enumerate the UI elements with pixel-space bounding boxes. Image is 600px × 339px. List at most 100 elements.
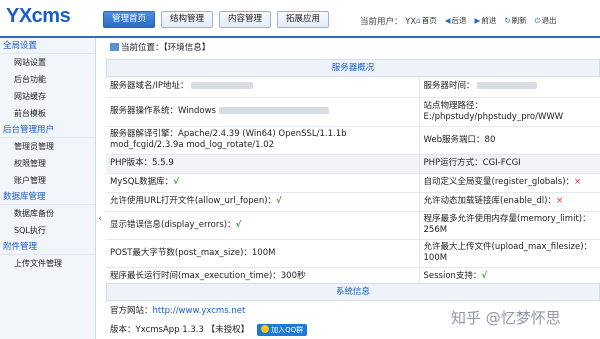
server-ip-label: 服务器域名/IP地址： bbox=[110, 81, 189, 92]
tab-structure[interactable]: 结构管理 bbox=[161, 11, 214, 28]
sidebar-item-db-backup[interactable]: 数据库备份 bbox=[0, 205, 95, 222]
session-support-label: Session支持： bbox=[423, 271, 482, 281]
table-row: 服务器解译引擎：Apache/2.4.39 (Win64) OpenSSL/1.… bbox=[106, 126, 600, 155]
check-icon: √ bbox=[173, 177, 179, 187]
refresh-link[interactable]: ↻刷新 bbox=[504, 15, 526, 26]
table-cell: 服务器域名/IP地址： bbox=[106, 77, 420, 98]
php-version-label: PHP版本：5.5.9 bbox=[110, 158, 174, 168]
table-cell: 服务器时间： bbox=[419, 77, 600, 98]
mysql-label: MySQL数据库： bbox=[110, 177, 174, 187]
sidebar-item-accounts[interactable]: 账户管理 bbox=[0, 172, 95, 189]
home-icon: ⌂ bbox=[416, 16, 421, 25]
current-user-name: YX bbox=[405, 17, 417, 27]
tab-content[interactable]: 内容管理 bbox=[219, 11, 272, 28]
logout-link[interactable]: ⏻退出 bbox=[535, 15, 557, 26]
server-os-label: 服务器操作系统：Windows bbox=[110, 106, 216, 116]
server-time-label: 服务器时间： bbox=[423, 81, 475, 92]
app-logo[interactable]: YXcms bbox=[6, 5, 71, 28]
main-content: 当前位置：【环境信息】 服务器概况 服务器域名/IP地址： 服务器时间： 服务器… bbox=[106, 38, 600, 339]
sidebar-item-frontend-template[interactable]: 前台模板 bbox=[0, 105, 95, 122]
sidebar-collapse-handle[interactable]: ‹ bbox=[96, 212, 104, 226]
breadcrumb: 当前位置：【环境信息】 bbox=[106, 40, 600, 56]
forward-link[interactable]: ▶前进 bbox=[475, 15, 497, 26]
official-site-link[interactable]: http://www.yxcms.net bbox=[153, 306, 246, 316]
back-link-label: 后退 bbox=[451, 16, 467, 25]
qq-penguin-icon bbox=[261, 324, 270, 333]
top-nav: 管理首页 结构管理 内容管理 拓展应用 bbox=[103, 11, 330, 28]
enable-dl-label: 允许动态加载链接库(enable_dl)： bbox=[423, 196, 556, 206]
check-icon: √ bbox=[276, 196, 282, 206]
redacted-value bbox=[218, 107, 329, 114]
breadcrumb-home-icon bbox=[110, 43, 119, 51]
table-row: 服务器操作系统：Windows 站点物理路径：E:/phpstudy/phpst… bbox=[106, 97, 600, 127]
forward-link-label: 前进 bbox=[481, 16, 497, 25]
upload-max-filesize-label: 允许最大上传文件(upload_max_filesize)：100M bbox=[423, 242, 593, 263]
back-icon: ◀ bbox=[444, 16, 451, 25]
forward-icon: ▶ bbox=[474, 16, 481, 25]
table-cell: 允许最大上传文件(upload_max_filesize)：100M bbox=[419, 239, 600, 268]
display-errors-label: 显示错误信息(display_errors)： bbox=[110, 219, 236, 230]
memory-limit-label: 程序最多允许使用内存量(memory_limit)：256M bbox=[423, 214, 591, 235]
sidebar-item-permissions[interactable]: 权限管理 bbox=[0, 155, 95, 172]
version-label: 版本：YxcmsApp 1.3.3 【未授权】 bbox=[110, 325, 250, 335]
table-cell: 允许使用URL打开文件(allow_url_fopen)：√ bbox=[106, 192, 420, 212]
logout-icon: ⏻ bbox=[534, 16, 541, 25]
table-cell: 显示错误信息(display_errors)：√ bbox=[106, 211, 420, 240]
table-row: 服务器域名/IP地址： 服务器时间： bbox=[106, 77, 600, 98]
join-qq-group-button[interactable]: 加入QQ群 bbox=[257, 323, 308, 336]
tab-admin-home[interactable]: 管理首页 bbox=[103, 11, 156, 28]
allow-url-fopen-label: 允许使用URL打开文件(allow_url_fopen)： bbox=[110, 196, 277, 206]
sidebar-item-sql-exec[interactable]: SQL执行 bbox=[0, 222, 95, 239]
server-info-table: 服务器域名/IP地址： 服务器时间： 服务器操作系统：Windows 站点物理路… bbox=[106, 77, 600, 287]
table-row: PHP版本：5.5.9 PHP运行方式：CGI-FCGI bbox=[106, 154, 600, 174]
server-overview-header: 服务器概况 bbox=[106, 59, 600, 77]
sidebar-item-backend-features[interactable]: 后台功能 bbox=[0, 71, 95, 88]
sidebar-item-upload-files[interactable]: 上传文件管理 bbox=[0, 255, 95, 272]
refresh-icon: ↻ bbox=[504, 16, 511, 25]
current-user: 当前用户： YX bbox=[360, 15, 416, 27]
table-row: 显示错误信息(display_errors)：√ 程序最多允许使用内存量(mem… bbox=[106, 211, 600, 240]
php-mode-label: PHP运行方式：CGI-FCGI bbox=[423, 158, 521, 168]
server-engine-label: 服务器解译引擎：Apache/2.4.39 (Win64) OpenSSL/1.… bbox=[110, 129, 347, 150]
table-row: 允许使用URL打开文件(allow_url_fopen)：√ 允许动态加载链接库… bbox=[106, 192, 600, 212]
cross-icon: × bbox=[555, 196, 564, 206]
table-cell: Web服务端口：80 bbox=[419, 126, 600, 155]
tab-extensions[interactable]: 拓展应用 bbox=[277, 11, 330, 28]
sidebar-group-database[interactable]: 数据库管理 bbox=[0, 189, 95, 205]
refresh-link-label: 刷新 bbox=[511, 16, 527, 25]
current-user-label: 当前用户： bbox=[360, 17, 403, 27]
redacted-value bbox=[477, 82, 538, 90]
table-cell: POST最大字节数(post_max_size)：100M bbox=[106, 239, 420, 268]
sidebar-item-admin-manage[interactable]: 管理员管理 bbox=[0, 138, 95, 155]
official-site-label: 官方网站： bbox=[110, 306, 153, 316]
header: YXcms 管理首页 结构管理 内容管理 拓展应用 当前用户： YX ⌂首页 ◀… bbox=[0, 0, 600, 36]
post-max-size-label: POST最大字节数(post_max_size)：100M bbox=[110, 247, 276, 258]
table-cell: 自动定义全局变量(register_globals)：× bbox=[419, 173, 600, 193]
sidebar: 全局设置 网站设置 后台功能 网站缓存 前台模板 后台管理用户 管理员管理 权限… bbox=[0, 38, 96, 339]
table-cell: 允许动态加载链接库(enable_dl)：× bbox=[419, 192, 600, 212]
sidebar-item-site-settings[interactable]: 网站设置 bbox=[0, 54, 95, 71]
table-cell: 站点物理路径：E:/phpstudy/phpstudy_pro/WWW bbox=[419, 97, 600, 127]
redacted-value bbox=[191, 82, 254, 90]
join-qq-group-label: 加入QQ群 bbox=[271, 325, 304, 334]
sidebar-group-admin-users[interactable]: 后台管理用户 bbox=[0, 122, 95, 138]
max-execution-time-label: 程序最长运行时间(max_execution_time)：300秒 bbox=[110, 271, 306, 281]
breadcrumb-text: 当前位置：【环境信息】 bbox=[121, 43, 211, 53]
sidebar-group-global[interactable]: 全局设置 bbox=[0, 38, 95, 54]
check-icon: √ bbox=[481, 271, 488, 281]
table-cell: PHP运行方式：CGI-FCGI bbox=[419, 154, 600, 174]
table-cell: 程序最多允许使用内存量(memory_limit)：256M bbox=[419, 211, 600, 240]
table-cell: MySQL数据库：√ bbox=[106, 173, 420, 193]
web-port-label: Web服务端口：80 bbox=[423, 134, 496, 145]
sidebar-item-site-cache[interactable]: 网站缓存 bbox=[0, 88, 95, 105]
logout-link-label: 退出 bbox=[541, 16, 557, 25]
site-path-label: 站点物理路径：E:/phpstudy/phpstudy_pro/WWW bbox=[423, 100, 564, 122]
check-icon: √ bbox=[235, 219, 242, 230]
sidebar-group-attachments[interactable]: 附件管理 bbox=[0, 239, 95, 255]
table-cell: 服务器解译引擎：Apache/2.4.39 (Win64) OpenSSL/1.… bbox=[106, 126, 420, 155]
watermark: 知乎 @忆梦怀思 bbox=[451, 309, 561, 327]
table-row: POST最大字节数(post_max_size)：100M 允许最大上传文件(u… bbox=[106, 239, 600, 268]
cross-icon: × bbox=[574, 177, 582, 187]
back-link[interactable]: ◀后退 bbox=[445, 15, 467, 26]
home-link[interactable]: ⌂首页 bbox=[416, 15, 437, 26]
